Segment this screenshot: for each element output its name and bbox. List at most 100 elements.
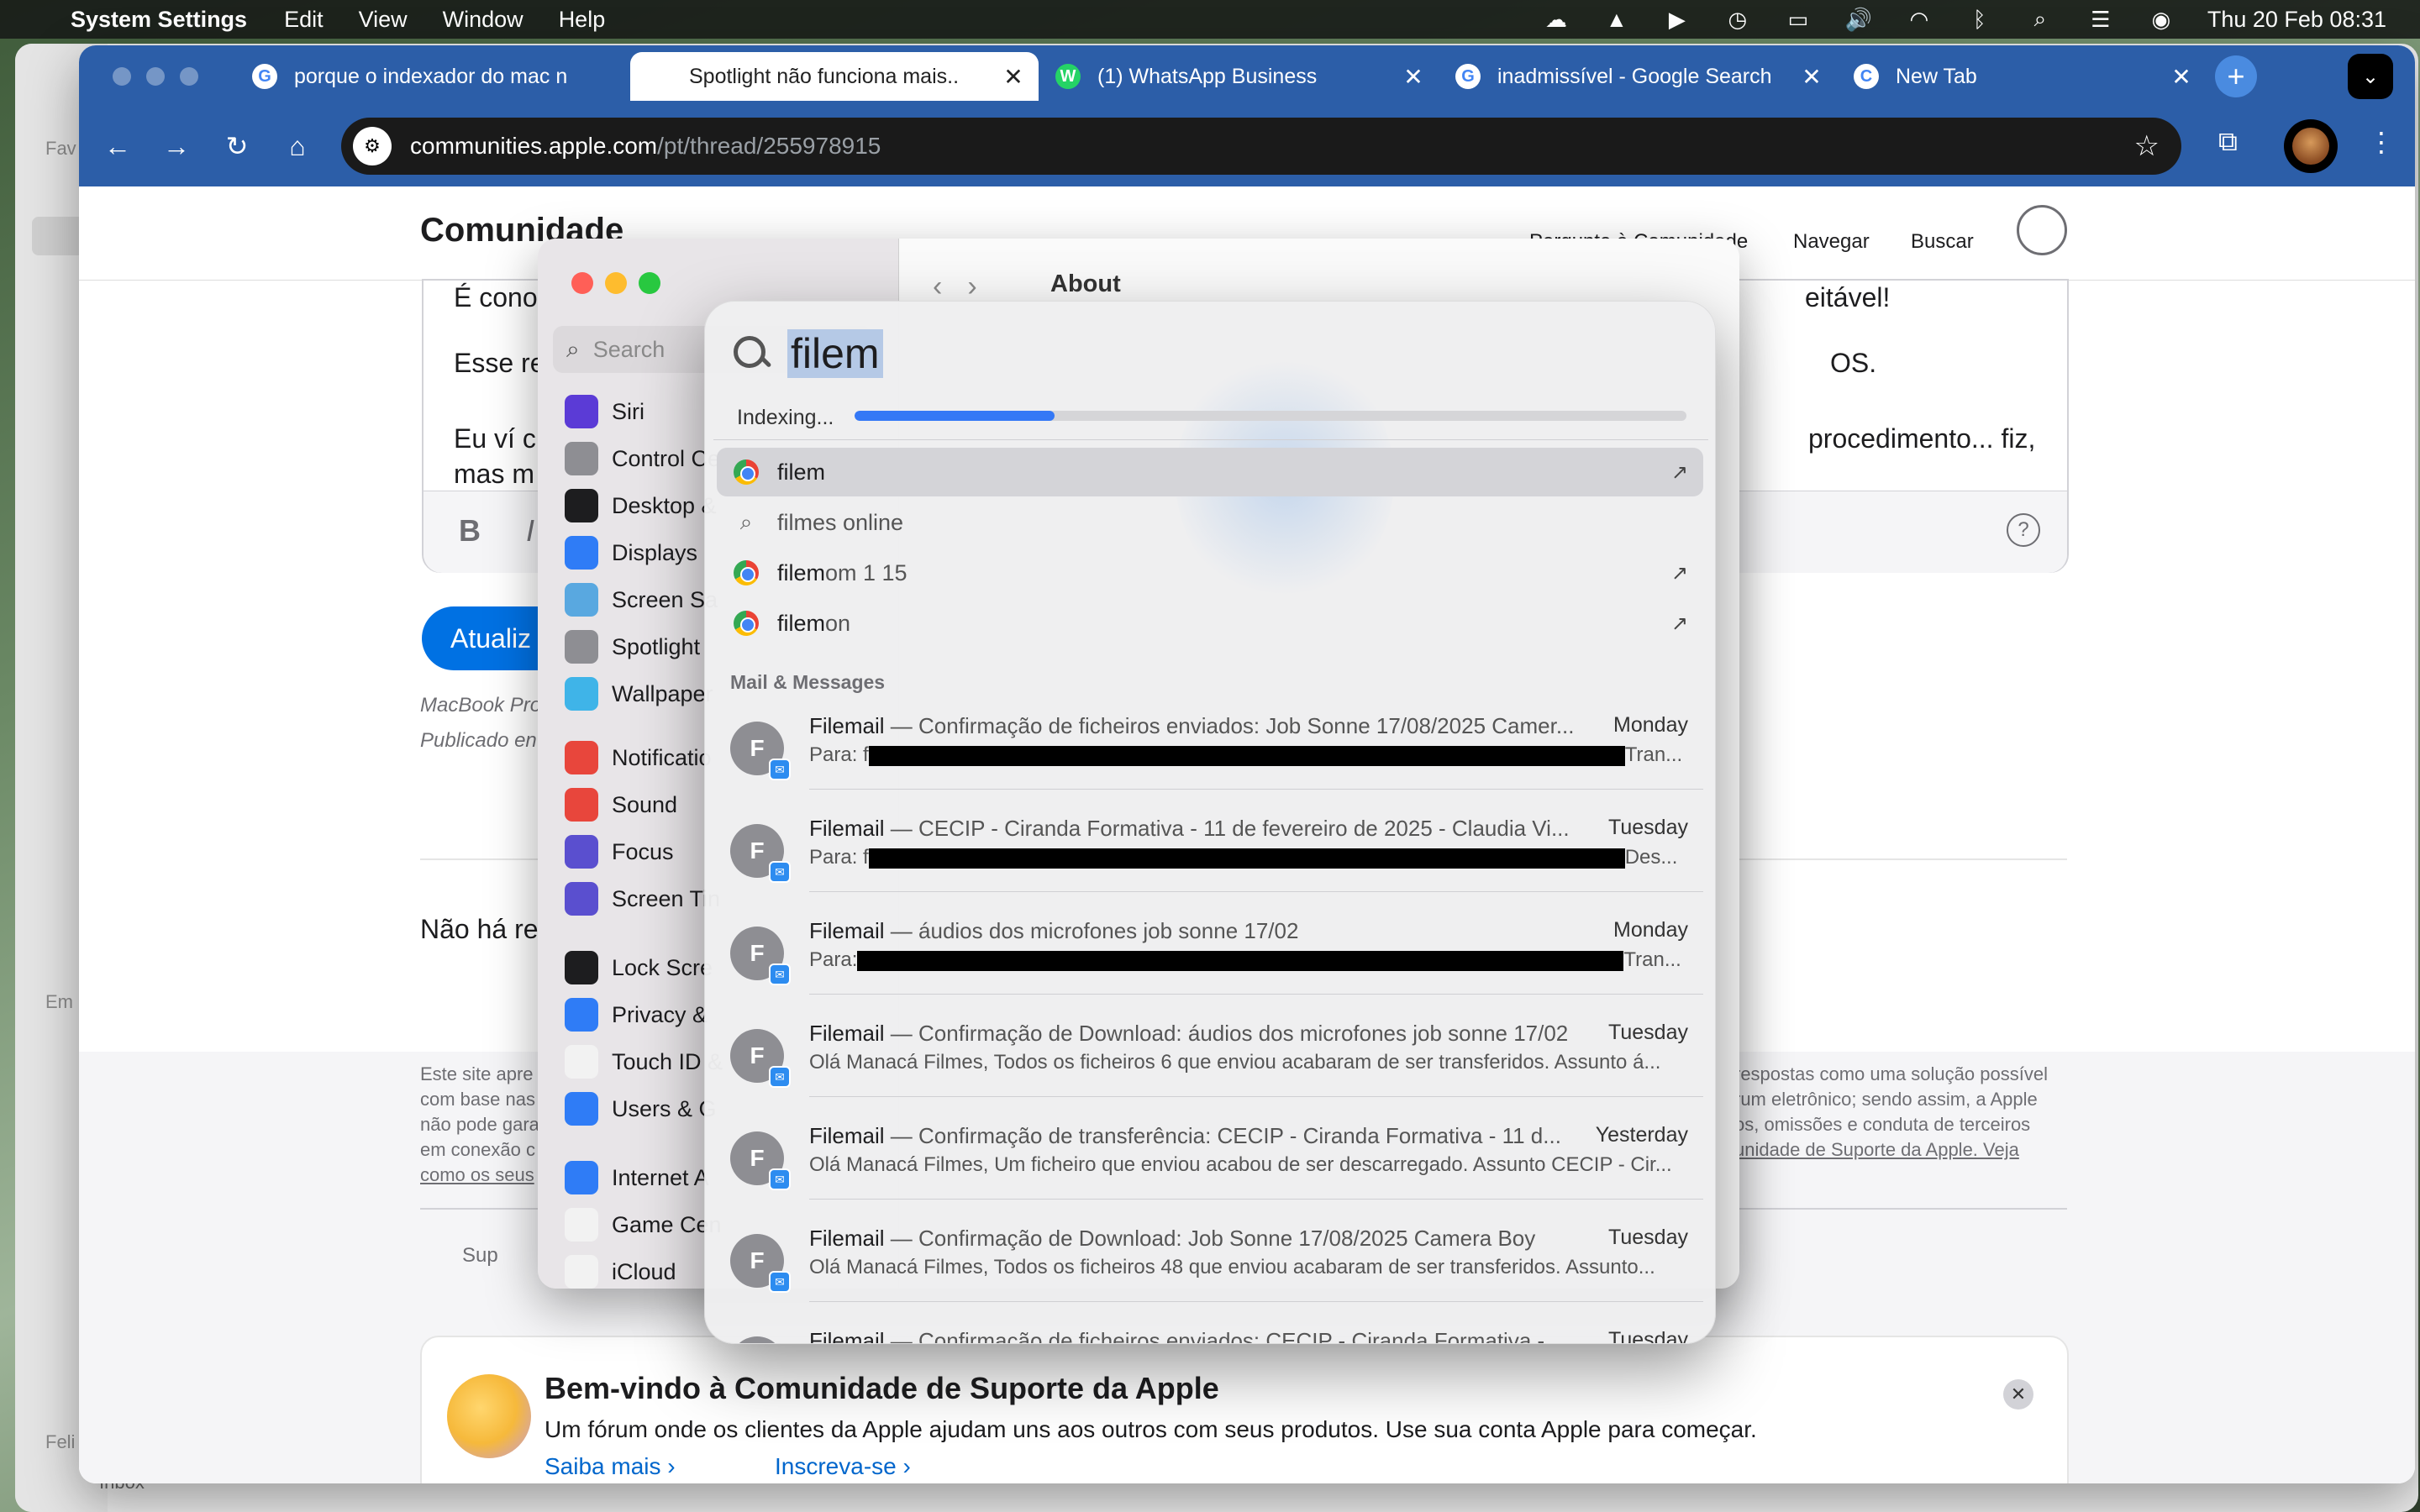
settings-item[interactable]: Desktop & [565, 487, 717, 524]
close-banner-icon[interactable]: ✕ [2003, 1379, 2033, 1410]
nav-browse[interactable]: Navegar [1793, 230, 1870, 254]
settings-item[interactable]: Screen Tin [565, 880, 720, 917]
mail-result[interactable]: F ✉ Filemail — Confirmação de Download: Jo… [717, 1209, 1703, 1303]
time-machine-icon[interactable]: ◷ [1723, 7, 1752, 32]
mail-result[interactable]: F✉Filemail — Confirmação de ficheiros en… [717, 696, 1703, 790]
sign-up-link[interactable]: Inscreva-se › [775, 1453, 911, 1480]
zoom-window-button[interactable] [639, 272, 660, 294]
settings-item[interactable]: Touch ID & [565, 1043, 723, 1080]
creative-cloud-icon[interactable]: ☁ [1542, 7, 1570, 32]
tab-google-search[interactable]: G inadmissível - Google Search ✕ [1439, 52, 1837, 101]
tab-new-tab[interactable]: C New Tab ✕ [1837, 52, 2207, 101]
spotlight-query-text[interactable]: filem [787, 329, 883, 378]
settings-item-label: Internet A [612, 1164, 709, 1190]
settings-item[interactable]: Game Cen [565, 1206, 722, 1243]
whatsapp-icon: W [1055, 64, 1081, 89]
close-window-button[interactable] [571, 272, 593, 294]
footer-link[interactable]: como os seus [420, 1163, 534, 1188]
nav-search[interactable]: Buscar [1911, 230, 1974, 254]
settings-item[interactable]: Displays [565, 534, 697, 571]
settings-item[interactable]: Sound [565, 786, 677, 823]
settings-item[interactable]: Internet A [565, 1159, 709, 1196]
mail-result[interactable]: F ✉ Filemail — Confirmação de Download: áu… [717, 1004, 1703, 1098]
more-menu-icon[interactable]: ⋮ [2368, 126, 2395, 158]
spotlight-query-field[interactable]: filem [730, 320, 883, 387]
menu-help[interactable]: Help [559, 7, 606, 33]
profile-avatar[interactable] [2284, 119, 2338, 173]
sidebar-favorites-label: Fav [45, 138, 76, 159]
menu-window[interactable]: Window [443, 7, 523, 33]
close-tab-icon[interactable]: ✕ [997, 63, 1030, 91]
minimize-window-button[interactable] [605, 272, 627, 294]
settings-item[interactable]: iCloud [565, 1253, 676, 1289]
spotlight-suggestion[interactable]: ⌕ filmes online [717, 498, 1703, 547]
bookmark-star-icon[interactable]: ☆ [2134, 129, 2160, 163]
settings-item[interactable]: Privacy & [565, 996, 708, 1033]
tab-whatsapp[interactable]: W (1) WhatsApp Business ✕ [1039, 52, 1439, 101]
footer-link[interactable]: unidade de Suporte da Apple. Veja [1734, 1137, 2019, 1163]
mail-app-icon: ✉ [769, 1066, 791, 1088]
settings-item-icon [565, 741, 598, 774]
mail-date: Monday [1613, 918, 1688, 942]
mail-result[interactable]: F ✉ Filemail — Confirmação de transferênci… [717, 1106, 1703, 1200]
siri-icon[interactable]: ◉ [2147, 7, 2175, 32]
battery-icon[interactable]: ▭ [1784, 7, 1812, 32]
search-icon[interactable]: ⌕ [2026, 6, 2054, 31]
learn-more-link[interactable]: Saiba mais › [544, 1453, 676, 1480]
settings-item[interactable]: Focus [565, 833, 674, 870]
url-text[interactable]: communities.apple.com/pt/thread/25597891… [410, 133, 881, 160]
close-tab-icon[interactable]: ✕ [1795, 63, 1828, 91]
sender-avatar: F [730, 1336, 784, 1343]
settings-item[interactable]: Users & G [565, 1090, 717, 1127]
menu-edit[interactable]: Edit [284, 7, 324, 33]
new-tab-button[interactable]: + [2215, 55, 2257, 97]
home-icon[interactable]: ⌂ [277, 126, 318, 166]
tab-spotlight-thread[interactable]: Spotlight não funciona mais.. ✕ [630, 52, 1039, 101]
footer-text: rum eletrônico; sendo assim, a Apple [1734, 1089, 2038, 1110]
help-icon[interactable]: ? [2007, 513, 2040, 547]
volume-icon[interactable]: 🔊 [1844, 7, 1873, 32]
settings-item-icon [565, 835, 598, 869]
close-tab-icon[interactable]: ✕ [2165, 63, 2198, 91]
site-info-icon[interactable]: ⚙ [353, 127, 392, 165]
bold-button[interactable]: B [459, 513, 481, 549]
nav-arrows[interactable]: ‹› [933, 270, 1002, 303]
suggestion-text: filemom 1 15 [777, 559, 908, 585]
extensions-icon[interactable]: ⧉ [2218, 126, 2238, 158]
control-center-icon[interactable]: ☰ [2086, 7, 2115, 32]
editor-text-line: OS. [1830, 348, 1877, 378]
settings-item[interactable]: Spotlight [565, 628, 700, 665]
google-drive-icon[interactable]: ▲ [1602, 7, 1631, 32]
spotlight-suggestion[interactable]: filemon ↗ [717, 599, 1703, 648]
address-bar[interactable]: ⚙ communities.apple.com/pt/thread/255978… [341, 118, 2181, 175]
spotlight-suggestion[interactable]: filem ↗ [717, 448, 1703, 496]
menubar-clock[interactable]: Thu 20 Feb 08:31 [2207, 7, 2386, 33]
spotlight-suggestion[interactable]: filemom 1 15 ↗ [717, 549, 1703, 597]
italic-button[interactable]: I [526, 513, 534, 549]
mail-result[interactable]: F ✉ Filemail — CECIP - Ciranda Formativa -… [717, 799, 1703, 893]
user-account-icon[interactable] [2017, 205, 2067, 255]
settings-item[interactable]: Notificatio [565, 739, 712, 776]
wifi-icon[interactable]: ◠ [1905, 7, 1933, 32]
menu-view[interactable]: View [359, 7, 408, 33]
tab-search-button[interactable]: ⌄ [2348, 54, 2393, 99]
forward-icon[interactable]: → [156, 126, 197, 166]
settings-item[interactable]: Screen Sa [565, 581, 718, 618]
welcome-banner: Bem-vindo à Comunidade de Suporte da App… [420, 1336, 2069, 1483]
settings-item[interactable]: Control Ce [565, 440, 720, 477]
bluetooth-icon[interactable]: ᛒ [1965, 7, 1994, 32]
window-controls [113, 67, 198, 86]
mail-preview: Para: f Des... [809, 846, 1678, 869]
footer-breadcrumb[interactable]: Sup [462, 1243, 498, 1268]
close-tab-icon[interactable]: ✕ [1397, 63, 1430, 91]
settings-item[interactable]: Wallpaper [565, 675, 713, 712]
chrome-icon: C [1854, 64, 1879, 89]
play-icon[interactable]: ▶ [1663, 7, 1691, 32]
mail-result[interactable]: F ✉ Filemail — áudios dos microfones job s… [717, 901, 1703, 995]
mail-result[interactable]: F✉Filemail — Confirmação de ficheiros en… [717, 1311, 1703, 1343]
back-icon[interactable]: ← [97, 126, 138, 166]
settings-item[interactable]: Lock Scre [565, 949, 713, 986]
settings-item[interactable]: Siri [565, 393, 644, 430]
reload-icon[interactable]: ↻ [217, 126, 257, 166]
app-menu[interactable]: System Settings [71, 7, 247, 33]
